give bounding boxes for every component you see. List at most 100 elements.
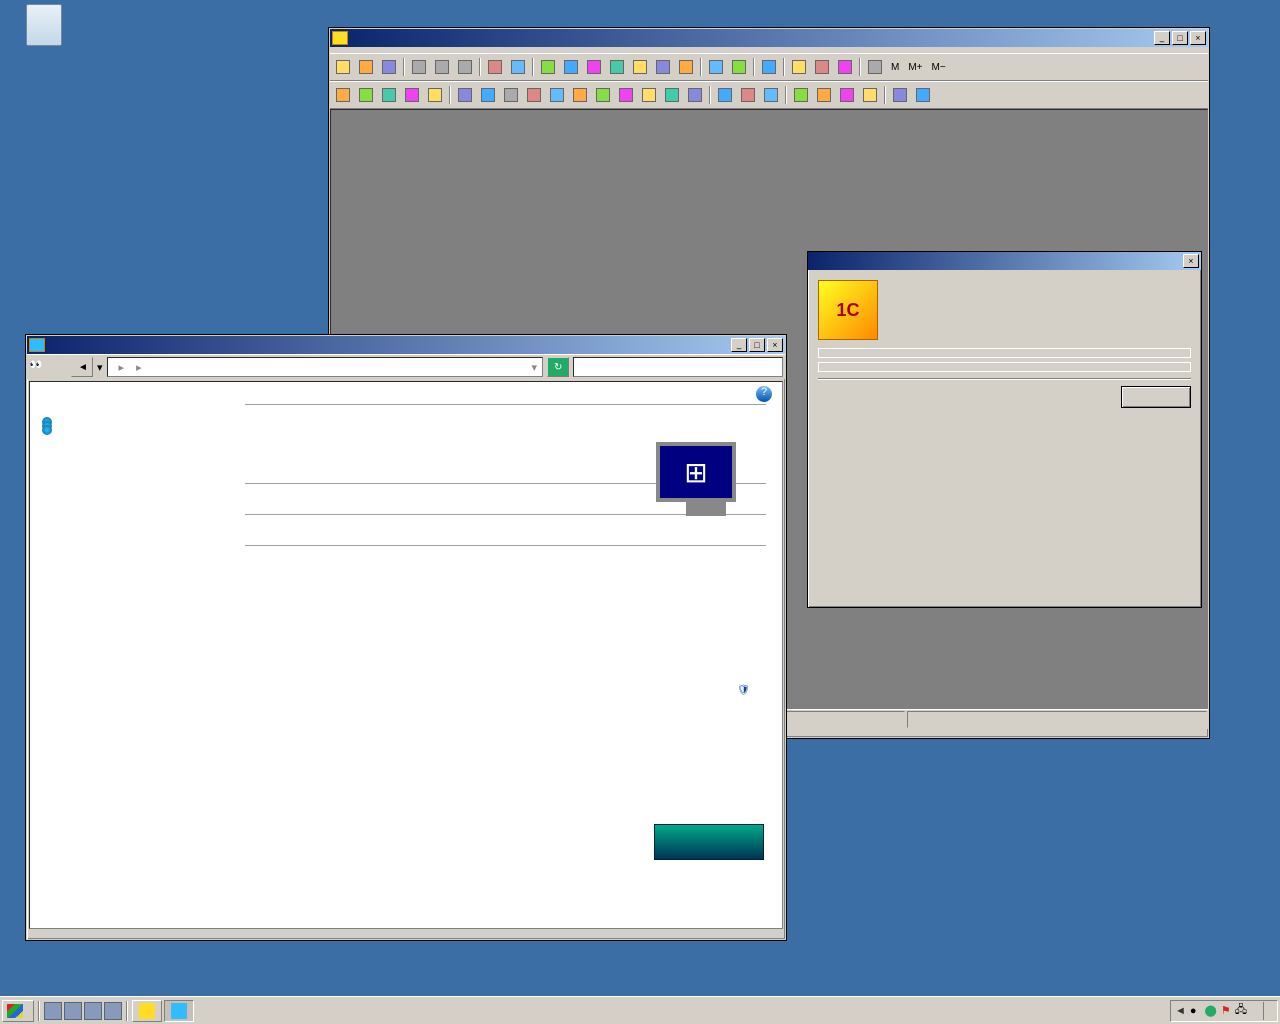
sidebar-advanced-link[interactable]	[42, 422, 219, 426]
tb2-icon[interactable]	[401, 84, 423, 106]
tb-mminus-icon[interactable]: M−	[928, 56, 950, 78]
tb2-icon[interactable]	[615, 84, 637, 106]
tb2-icon[interactable]	[836, 84, 858, 106]
tb-help-icon[interactable]	[758, 56, 780, 78]
minimize-button[interactable]: _	[1154, 31, 1170, 45]
close-button[interactable]: ×	[767, 338, 783, 352]
tb-save-icon[interactable]	[378, 56, 400, 78]
tray-network-icon[interactable]: 🖧	[1235, 1001, 1247, 1020]
tb-tool-icon[interactable]	[560, 56, 582, 78]
tb-mplus-icon[interactable]: M+	[904, 56, 926, 78]
tb2-icon[interactable]	[813, 84, 835, 106]
tray-icon[interactable]: ●	[1190, 1005, 1197, 1017]
system-titlebar[interactable]: _ □ ×	[27, 336, 785, 354]
tb2-icon[interactable]	[592, 84, 614, 106]
dropdown-icon[interactable]: ▾	[528, 361, 540, 374]
tb2-icon[interactable]	[912, 84, 934, 106]
system-addressbar: 👀 ◄ ▾ ▸ ▸ ▾ ↻	[27, 354, 785, 379]
tb-calc-icon[interactable]	[705, 56, 727, 78]
tb-tool-icon[interactable]	[629, 56, 651, 78]
menu-docs[interactable]	[364, 48, 374, 52]
tb2-icon[interactable]	[378, 84, 400, 106]
ql-icon[interactable]	[64, 1002, 82, 1020]
tb2-icon[interactable]	[714, 84, 736, 106]
tb2-icon[interactable]	[684, 84, 706, 106]
tb-open-icon[interactable]	[355, 56, 377, 78]
tb-tool-icon[interactable]	[652, 56, 674, 78]
tb2-icon[interactable]	[859, 84, 881, 106]
about-dialog: × 1C	[807, 251, 1202, 608]
change-params-link[interactable]	[737, 684, 752, 696]
system-icon	[171, 1003, 187, 1019]
tb2-icon[interactable]	[760, 84, 782, 106]
tb2-icon[interactable]	[355, 84, 377, 106]
tb2-icon[interactable]	[737, 84, 759, 106]
tb2-icon[interactable]	[638, 84, 660, 106]
ql-icon[interactable]	[104, 1002, 122, 1020]
tb-tool-icon[interactable]	[537, 56, 559, 78]
tb2-icon[interactable]	[424, 84, 446, 106]
about-close-button[interactable]: ×	[1183, 254, 1199, 268]
tb2-icon[interactable]	[569, 84, 591, 106]
tb-tool-icon[interactable]	[834, 56, 856, 78]
about-titlebar[interactable]: ×	[808, 252, 1201, 270]
refresh-button[interactable]: ↻	[547, 357, 569, 377]
menu-refs[interactable]	[354, 48, 364, 52]
tb-copy-icon[interactable]	[431, 56, 453, 78]
tb-calendar-icon[interactable]	[728, 56, 750, 78]
sidebar-wu-link[interactable]	[42, 710, 219, 714]
genuine-badge[interactable]	[654, 824, 764, 860]
maximize-button[interactable]: □	[1172, 31, 1188, 45]
tb2-icon[interactable]	[500, 84, 522, 106]
tray-expand-icon[interactable]: ◄	[1175, 1005, 1186, 1017]
tb2-icon[interactable]	[661, 84, 683, 106]
tb-tool-icon[interactable]	[606, 56, 628, 78]
ql-icon[interactable]	[84, 1002, 102, 1020]
tb2-icon[interactable]	[546, 84, 568, 106]
app-1c-titlebar[interactable]: _ □ ×	[330, 29, 1208, 47]
tb-tool-icon[interactable]	[811, 56, 833, 78]
tb-sep	[403, 58, 405, 76]
ql-icon[interactable]	[44, 1002, 62, 1020]
close-button[interactable]: ×	[1190, 31, 1206, 45]
tb-preview-icon[interactable]	[507, 56, 529, 78]
tb2-icon[interactable]	[477, 84, 499, 106]
tb2-icon[interactable]	[454, 84, 476, 106]
menu-reports[interactable]	[384, 48, 394, 52]
menu-file[interactable]	[334, 48, 344, 52]
tb-tool-icon[interactable]	[864, 56, 886, 78]
about-ok-button[interactable]	[1121, 386, 1191, 408]
tb-print-icon[interactable]	[484, 56, 506, 78]
taskbar-task-system[interactable]	[164, 1000, 194, 1022]
menu-operations[interactable]	[344, 48, 354, 52]
tb-tool-icon[interactable]	[583, 56, 605, 78]
tb-tool-icon[interactable]	[675, 56, 697, 78]
tb2-icon[interactable]	[889, 84, 911, 106]
tb-m-icon[interactable]: M	[887, 56, 903, 78]
dropdown-icon[interactable]: ▾	[97, 361, 103, 374]
taskbar-task-1c[interactable]	[132, 1000, 162, 1022]
tray-icon[interactable]: ⚑	[1221, 1004, 1231, 1017]
tb2-icon[interactable]	[790, 84, 812, 106]
tb-sep	[783, 58, 785, 76]
start-button[interactable]	[2, 1000, 34, 1022]
menu-help[interactable]	[424, 48, 434, 52]
menu-service[interactable]	[404, 48, 414, 52]
search-input[interactable]	[573, 357, 783, 377]
menu-windows[interactable]	[414, 48, 424, 52]
minimize-button[interactable]: _	[731, 338, 747, 352]
recycle-bin-icon[interactable]	[12, 4, 76, 48]
maximize-button[interactable]: □	[749, 338, 765, 352]
show-desktop-button[interactable]	[1263, 1002, 1273, 1020]
menu-tax[interactable]	[394, 48, 404, 52]
tb-new-icon[interactable]	[332, 56, 354, 78]
menu-journals[interactable]	[374, 48, 384, 52]
tb-paste-icon[interactable]	[454, 56, 476, 78]
back-button[interactable]: ◄	[71, 357, 93, 377]
tray-icon[interactable]: ⬤	[1205, 1004, 1217, 1017]
tb-cut-icon[interactable]	[408, 56, 430, 78]
tb2-icon[interactable]	[523, 84, 545, 106]
tb-tool-icon[interactable]	[788, 56, 810, 78]
help-icon[interactable]: ?	[756, 386, 772, 402]
tb2-icon[interactable]	[332, 84, 354, 106]
